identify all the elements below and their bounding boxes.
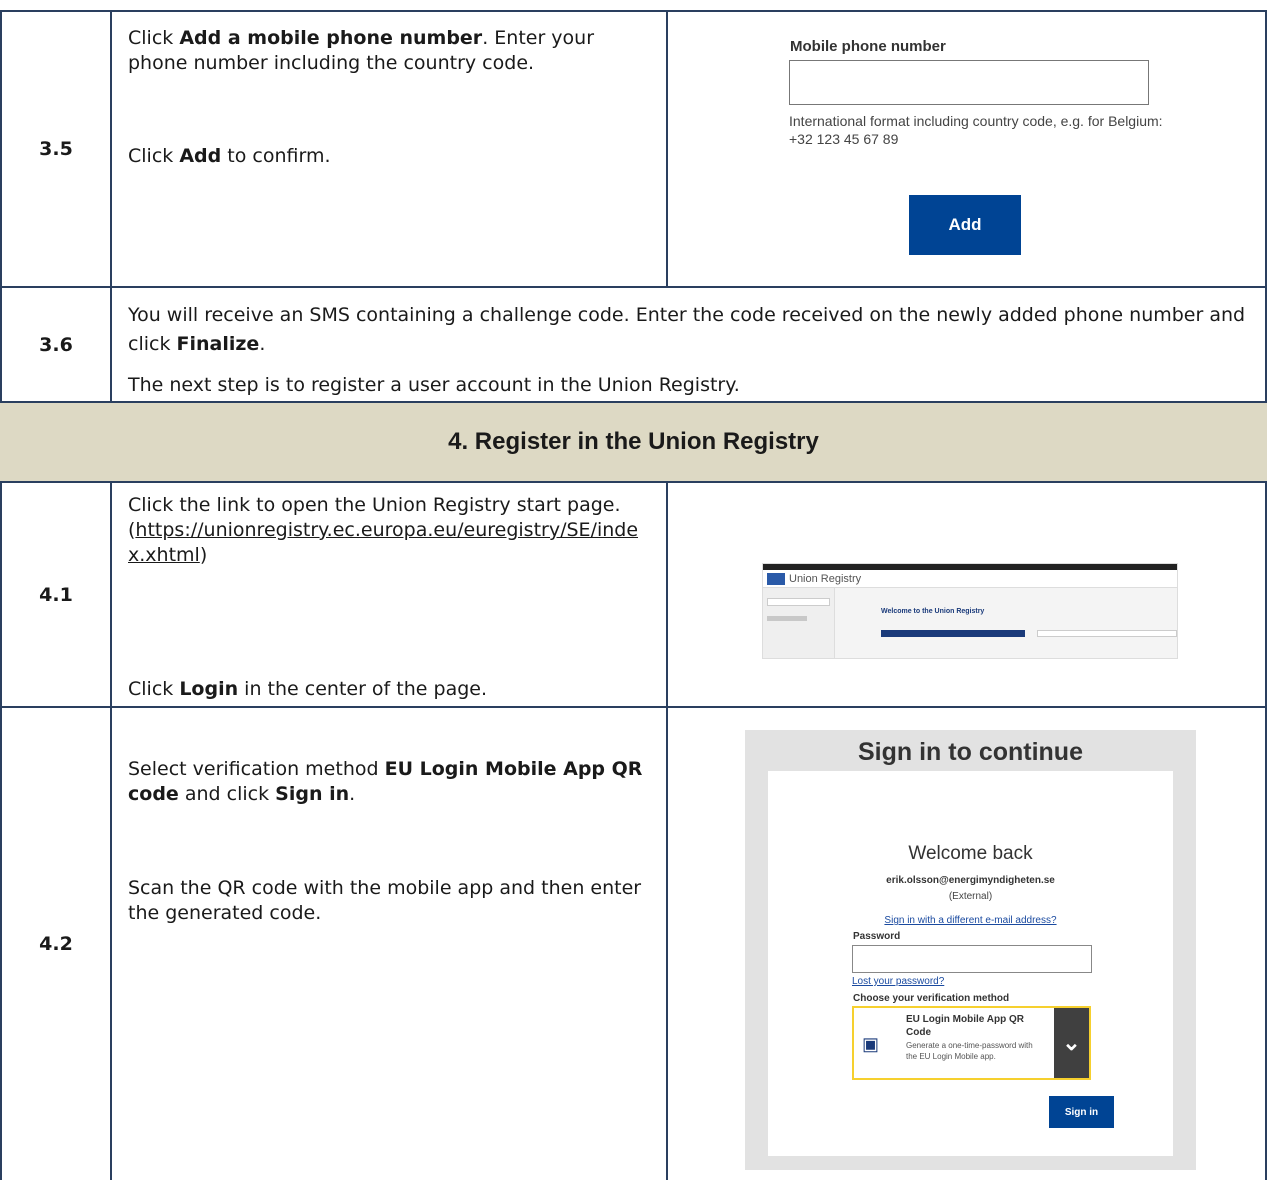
ur-login-button[interactable] — [881, 630, 1025, 637]
table-border — [0, 286, 1267, 288]
table-border-top — [0, 10, 1267, 12]
qr-code-icon: ▣ — [862, 1034, 880, 1054]
signin-card: Welcome back erik.olsson@energimyndighet… — [768, 771, 1173, 1156]
mobile-phone-input[interactable] — [789, 60, 1149, 105]
step-number: 4.2 — [39, 933, 73, 955]
verification-method-select[interactable]: ▣ EU Login Mobile App QR Code Generate a… — [852, 1006, 1091, 1080]
step-instruction: Select verification method EU Login Mobi… — [128, 758, 643, 805]
user-type: (External) — [948, 891, 993, 902]
step-number: 4.1 — [39, 583, 73, 606]
password-label: Password — [853, 931, 901, 942]
method-description: Generate a one-time-password with the EU… — [906, 1041, 1033, 1061]
different-email-link[interactable]: Sign in with a different e-mail address? — [768, 915, 1173, 926]
step-instruction: Click the link to open the Union Registr… — [128, 494, 639, 566]
ur-first-time-button[interactable] — [1037, 630, 1177, 637]
signin-title: Sign in to continue — [858, 738, 1083, 766]
password-input[interactable] — [852, 945, 1092, 973]
verification-method-label: Choose your verification method — [853, 993, 1010, 1004]
ur-sidebar — [763, 588, 835, 658]
sign-in-button[interactable]: Sign in — [1049, 1096, 1114, 1128]
mobile-phone-label: Mobile phone number — [790, 38, 946, 55]
lost-password-link[interactable]: Lost your password? — [852, 976, 944, 987]
table-border — [666, 481, 668, 1180]
table-border — [0, 706, 1267, 708]
user-email: erik.olsson@energimyndigheten.se — [886, 875, 1055, 886]
step-instruction: You will receive an SMS containing a cha… — [128, 304, 1246, 355]
step-instruction: The next step is to register a user acco… — [128, 374, 740, 396]
add-button[interactable]: Add — [909, 195, 1021, 255]
ur-welcome: Welcome to the Union Registry — [881, 608, 985, 615]
mobile-phone-hint: International format including country c… — [789, 113, 1163, 147]
table-border — [666, 10, 668, 287]
ur-registry-select[interactable] — [767, 598, 830, 606]
step-number: 3.5 — [39, 138, 73, 160]
method-title: EU Login Mobile App QR Code — [906, 1014, 1024, 1038]
step-instruction: Scan the QR code with the mobile app and… — [128, 877, 642, 924]
union-registry-screenshot: Union Registry Welcome to the Union Regi… — [762, 563, 1178, 659]
eu-flag-icon — [767, 572, 785, 585]
chevron-down-icon[interactable]: ⌄ — [1054, 1008, 1089, 1078]
table-border — [0, 481, 1267, 483]
ur-help-item[interactable] — [767, 616, 807, 621]
step-instruction: Click Add a mobile phone number. Enter y… — [128, 27, 595, 74]
step-instruction: Click Add to confirm. — [128, 145, 331, 167]
welcome-heading: Welcome back — [908, 843, 1033, 864]
ur-title: Union Registry — [789, 572, 862, 585]
signin-screenshot: Sign in to continue Welcome back erik.ol… — [745, 730, 1196, 1170]
step-number: 3.6 — [39, 333, 73, 356]
ur-header: Union Registry — [763, 570, 1177, 588]
step-instruction: Click Login in the center of the page. — [128, 678, 487, 700]
section-heading: 4. Register in the Union Registry — [0, 403, 1267, 481]
